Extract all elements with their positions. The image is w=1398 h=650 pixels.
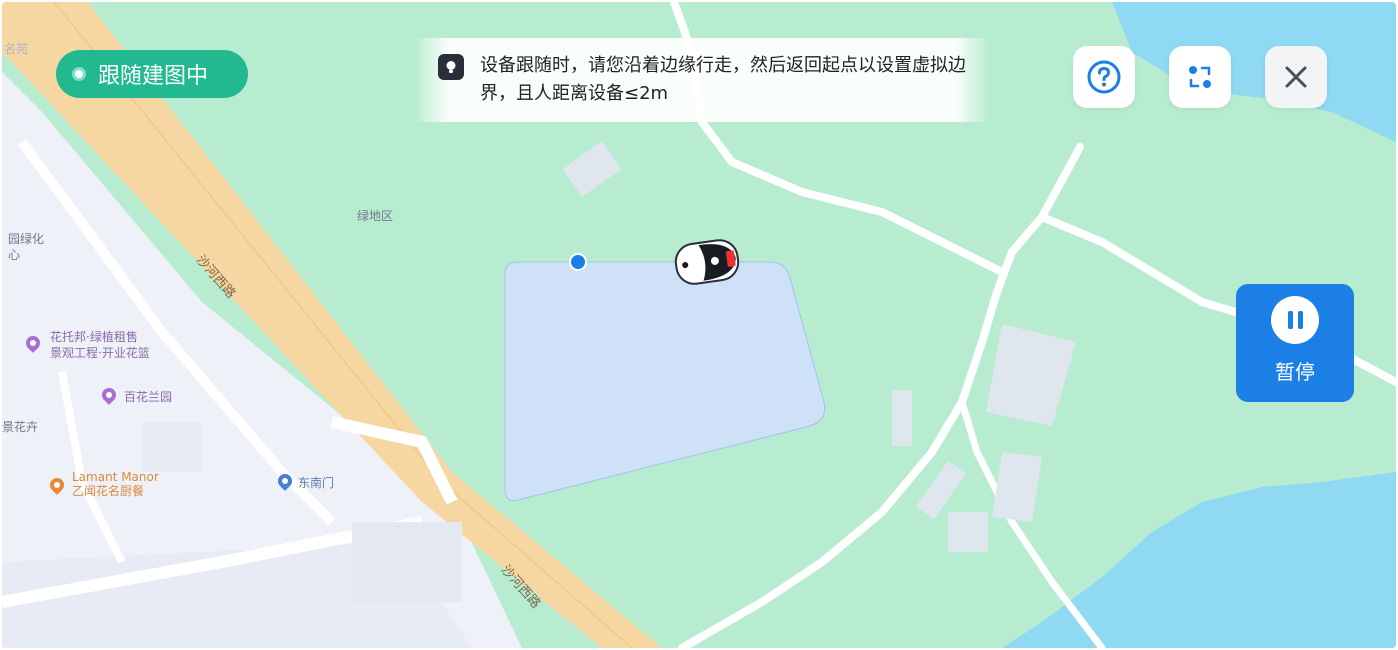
status-label: 跟随建图中 xyxy=(98,64,209,89)
virtual-boundary-zone xyxy=(504,261,826,501)
help-icon xyxy=(1087,60,1121,94)
tip-text: 设备跟随时，请您沿着边缘行走，然后返回起点以设置虚拟边界，且人距离设备≤2m xyxy=(480,55,966,104)
close-icon xyxy=(1285,66,1307,88)
status-dot-icon xyxy=(72,67,86,81)
start-point-marker xyxy=(569,253,587,271)
edge-label: 园绿化 xyxy=(8,232,45,246)
edge-label: 名苑 xyxy=(4,42,29,56)
close-button[interactable] xyxy=(1265,46,1327,108)
map-screen: 绿地区 沙河西路 沙河西路 花托邦·绿植租售 景观工程·开业花篮 百花兰园 东南… xyxy=(2,2,1396,648)
poi-label[interactable]: 花托邦·绿植租售 xyxy=(50,328,138,345)
edge-label: 景花卉 xyxy=(2,420,39,434)
poi-label[interactable]: 乙闻花名厨餐 xyxy=(72,484,144,498)
poi-label[interactable]: 百花兰园 xyxy=(124,388,172,405)
pause-button[interactable]: 暂停 xyxy=(1236,284,1354,402)
pause-label: 暂停 xyxy=(1275,360,1315,384)
lake-north xyxy=(1112,2,1396,142)
lightbulb-icon xyxy=(438,54,464,80)
tip-banner: 设备跟随时，请您沿着边缘行走，然后返回起点以设置虚拟边界，且人距离设备≤2m xyxy=(414,38,990,122)
switch-view-button[interactable] xyxy=(1169,46,1231,108)
switch-view-icon xyxy=(1189,66,1211,88)
area-label: 绿地区 xyxy=(357,209,394,223)
edge-label: 心 xyxy=(8,248,21,262)
poi-label[interactable]: 东南门 xyxy=(298,474,334,491)
poi-label[interactable]: 景观工程·开业花篮 xyxy=(50,344,150,361)
pause-icon xyxy=(1271,296,1319,344)
mapping-status-badge: 跟随建图中 xyxy=(56,50,248,98)
help-button[interactable] xyxy=(1073,46,1135,108)
poi-label[interactable]: Lamant Manor xyxy=(72,470,159,484)
lake-south xyxy=(1002,472,1396,648)
